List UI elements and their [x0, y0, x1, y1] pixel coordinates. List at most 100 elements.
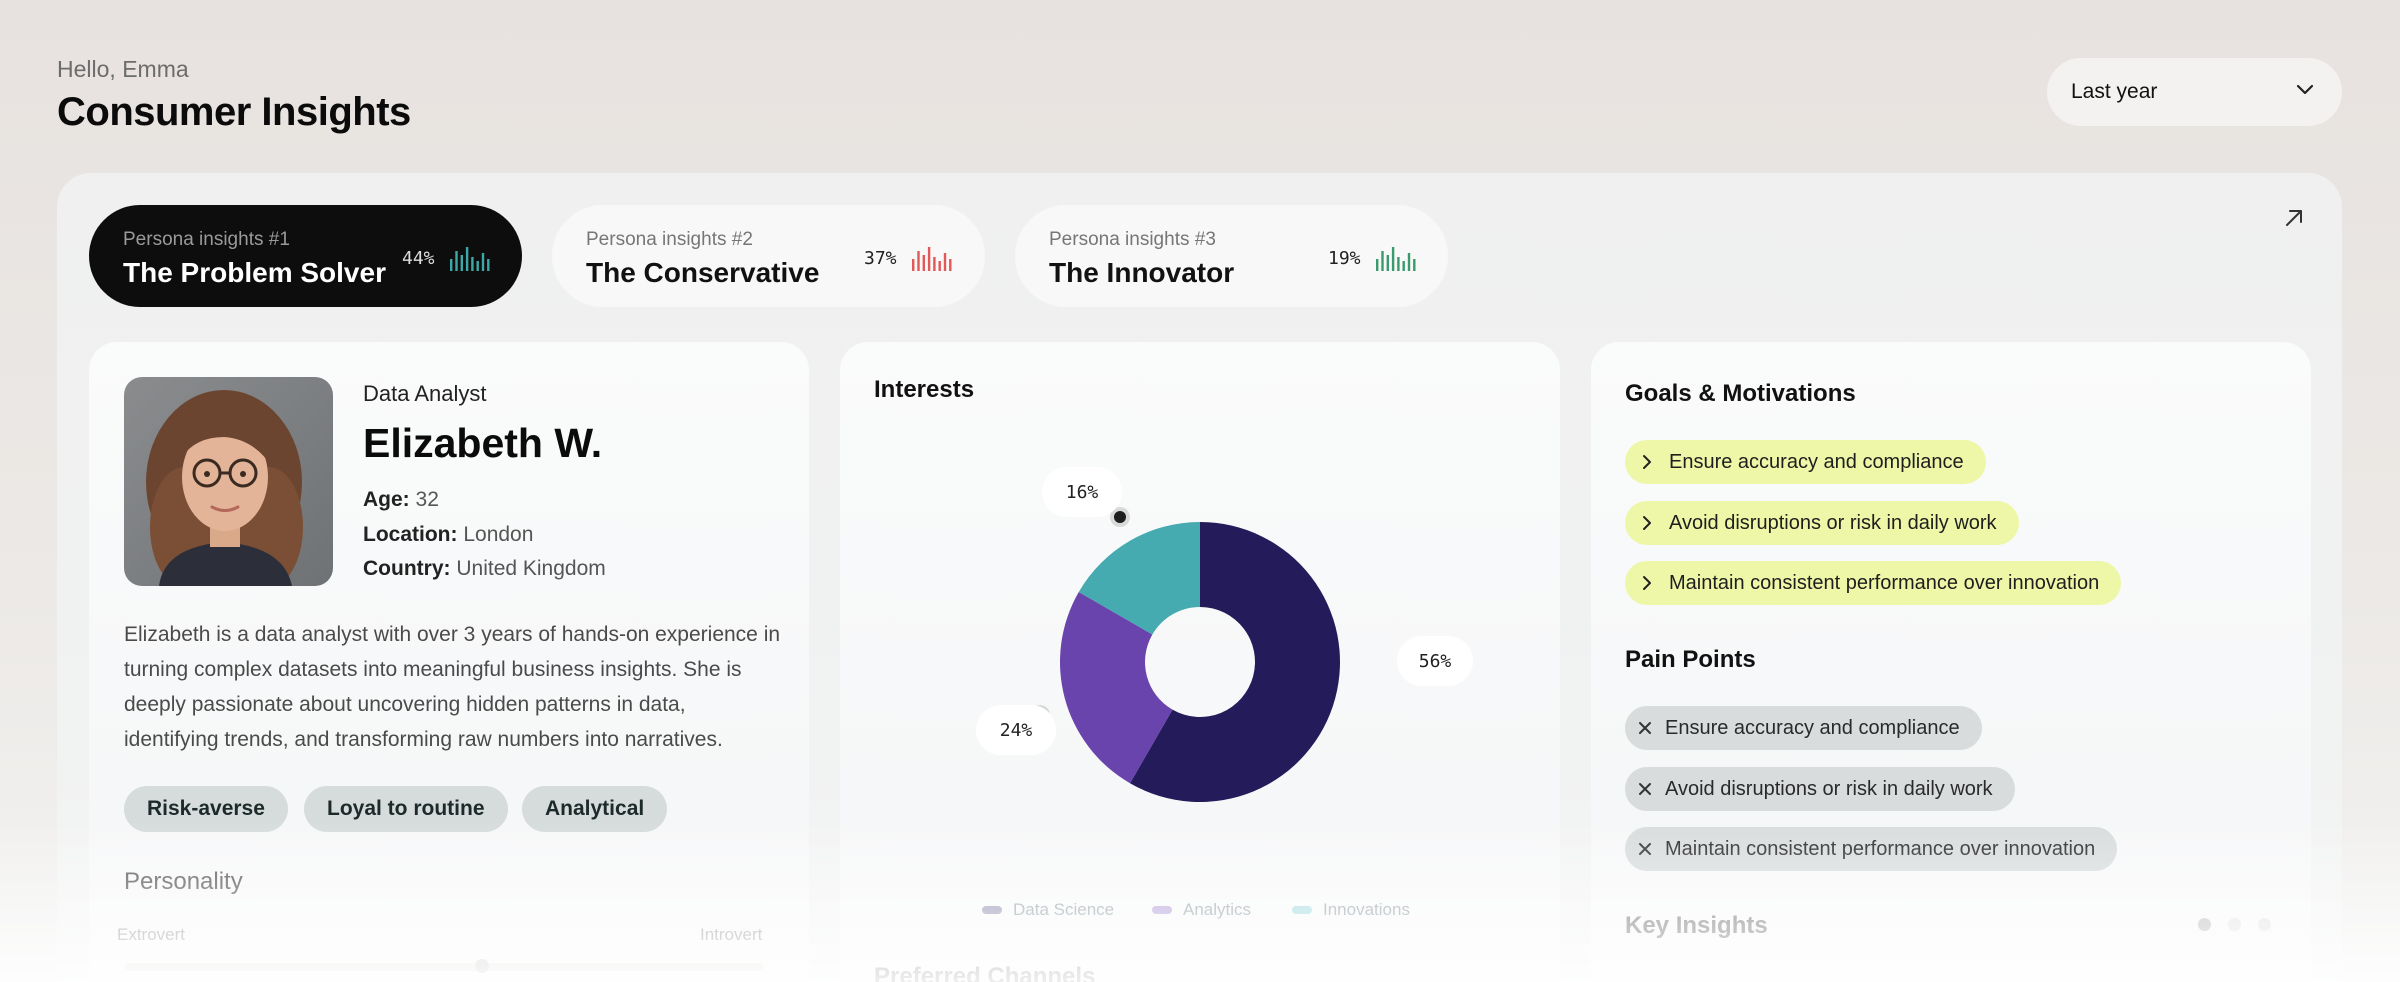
trait-chip: Loyal to routine — [304, 786, 508, 832]
persona-tab-2[interactable]: Persona insights #2 The Conservative 37% — [552, 205, 985, 307]
personality-slider-handle[interactable] — [475, 959, 490, 973]
mini-bar — [949, 259, 952, 271]
close-icon — [1625, 842, 1665, 856]
mini-bar — [455, 251, 458, 271]
profile-bio: Elizabeth is a data analyst with over 3 … — [124, 623, 781, 751]
legend-swatch — [1292, 906, 1312, 914]
goal-item[interactable]: Avoid disruptions or risk in daily work — [1625, 501, 2019, 545]
mini-bar — [460, 255, 463, 271]
trait-chip: Analytical — [522, 786, 668, 832]
profile-age: Age: 32 — [363, 488, 439, 512]
mini-bar — [927, 247, 931, 271]
key-insights-title: Key Insights — [1625, 912, 1768, 939]
legend-item: Data Science — [982, 900, 1114, 920]
goal-item[interactable]: Ensure accuracy and compliance — [1625, 440, 1986, 484]
preferred-channels-title: Preferred Channels — [874, 963, 1096, 982]
pagination-dot[interactable] — [2198, 918, 2211, 931]
mini-bar — [943, 253, 947, 271]
slice-label: 16% — [1042, 467, 1122, 517]
profile-country: Country: United Kingdom — [363, 557, 606, 581]
period-select[interactable]: Last year — [2047, 58, 2342, 126]
arrow-up-right-icon[interactable] — [2282, 206, 2306, 230]
legend-label: Data Science — [1013, 900, 1115, 919]
period-select-value: Last year — [2071, 80, 2158, 103]
mini-bar — [1413, 259, 1416, 271]
scale-left-label: Extrovert — [117, 925, 186, 944]
persona-tab-percent: 44% — [402, 248, 435, 269]
personality-slider[interactable] — [124, 959, 764, 973]
country-value: United Kingdom — [456, 557, 606, 580]
slice-label: 56% — [1397, 636, 1473, 686]
pagination-dot[interactable] — [2258, 918, 2271, 931]
mini-bar — [1386, 255, 1389, 271]
persona-tab-1[interactable]: Persona insights #1 The Problem Solver 4… — [89, 205, 522, 307]
pain-points-title: Pain Points — [1625, 646, 1756, 673]
persona-tab-3[interactable]: Persona insights #3 The Innovator 19% — [1015, 205, 1448, 307]
profile-location: Location: London — [363, 523, 533, 547]
bar-chart-icon — [450, 247, 490, 271]
pain-point-label: Ensure accuracy and compliance — [1665, 716, 1960, 739]
bar-chart-icon — [1376, 247, 1416, 271]
mini-bar — [938, 261, 941, 271]
persona-tab-percent: 37% — [864, 248, 897, 269]
mini-bar — [465, 247, 469, 271]
mini-bar — [487, 259, 490, 271]
pain-point-item[interactable]: Ensure accuracy and compliance — [1625, 706, 1982, 750]
location-value: London — [463, 523, 534, 546]
scale-right-label: Introvert — [700, 925, 763, 944]
mini-bar — [476, 261, 479, 271]
pagination-dot[interactable] — [2228, 918, 2241, 931]
chevron-right-icon — [1625, 515, 1669, 531]
mini-bar — [471, 257, 474, 271]
legend-label: Innovations — [1323, 900, 1410, 919]
mini-bar — [1407, 253, 1411, 271]
mini-bar — [917, 251, 920, 271]
bar-chart-icon — [912, 247, 952, 271]
goal-item-label: Ensure accuracy and compliance — [1669, 450, 1964, 473]
legend-item: Innovations — [1292, 900, 1410, 920]
avatar — [124, 377, 333, 586]
legend-swatch — [982, 906, 1002, 914]
mini-bar — [933, 257, 936, 271]
slice-label: 24% — [976, 705, 1056, 755]
pain-point-item[interactable]: Avoid disruptions or risk in daily work — [1625, 767, 2015, 811]
mini-bar — [481, 253, 485, 271]
goal-item[interactable]: Maintain consistent performance over inn… — [1625, 561, 2122, 605]
pain-point-item[interactable]: Maintain consistent performance over inn… — [1625, 827, 2118, 871]
chevron-right-icon — [1625, 575, 1669, 591]
goal-item-label: Avoid disruptions or risk in daily work — [1669, 511, 1997, 534]
mini-bar — [450, 259, 453, 271]
mini-bar — [1391, 247, 1395, 271]
country-label: Country: — [363, 557, 451, 580]
app-frame: Hello, Emma Consumer Insights Last year … — [0, 0, 2400, 982]
persona-tab-percent: 19% — [1328, 248, 1361, 269]
personality-title: Personality — [124, 868, 243, 895]
profile-role: Data Analyst — [363, 381, 487, 406]
trait-chip: Risk-averse — [124, 786, 288, 832]
mini-bar — [1402, 261, 1405, 271]
legend-label: Analytics — [1183, 900, 1252, 919]
age-value: 32 — [415, 488, 439, 511]
chevron-down-icon — [2296, 84, 2314, 95]
mini-bar — [1376, 259, 1379, 271]
mini-bar — [1381, 251, 1384, 271]
label-marker-dot — [1114, 511, 1126, 523]
pain-point-label: Avoid disruptions or risk in daily work — [1665, 777, 1993, 800]
age-label: Age: — [363, 488, 410, 511]
interests-title: Interests — [874, 376, 975, 403]
chevron-right-icon — [1625, 454, 1669, 470]
legend-swatch — [1152, 906, 1172, 914]
close-icon — [1625, 782, 1665, 796]
pain-point-label: Maintain consistent performance over inn… — [1665, 837, 2096, 860]
profile-name: Elizabeth W. — [363, 420, 603, 466]
page-title: Consumer Insights — [57, 90, 411, 134]
location-label: Location: — [363, 523, 458, 546]
mini-bar — [912, 259, 915, 271]
pagination-dots — [2198, 918, 2271, 931]
mini-bar — [922, 255, 925, 271]
close-icon — [1625, 721, 1665, 735]
goal-item-label: Maintain consistent performance over inn… — [1669, 571, 2100, 594]
greeting: Hello, Emma — [57, 56, 189, 82]
mini-bar — [1397, 257, 1400, 271]
goals-title: Goals & Motivations — [1625, 380, 1856, 407]
